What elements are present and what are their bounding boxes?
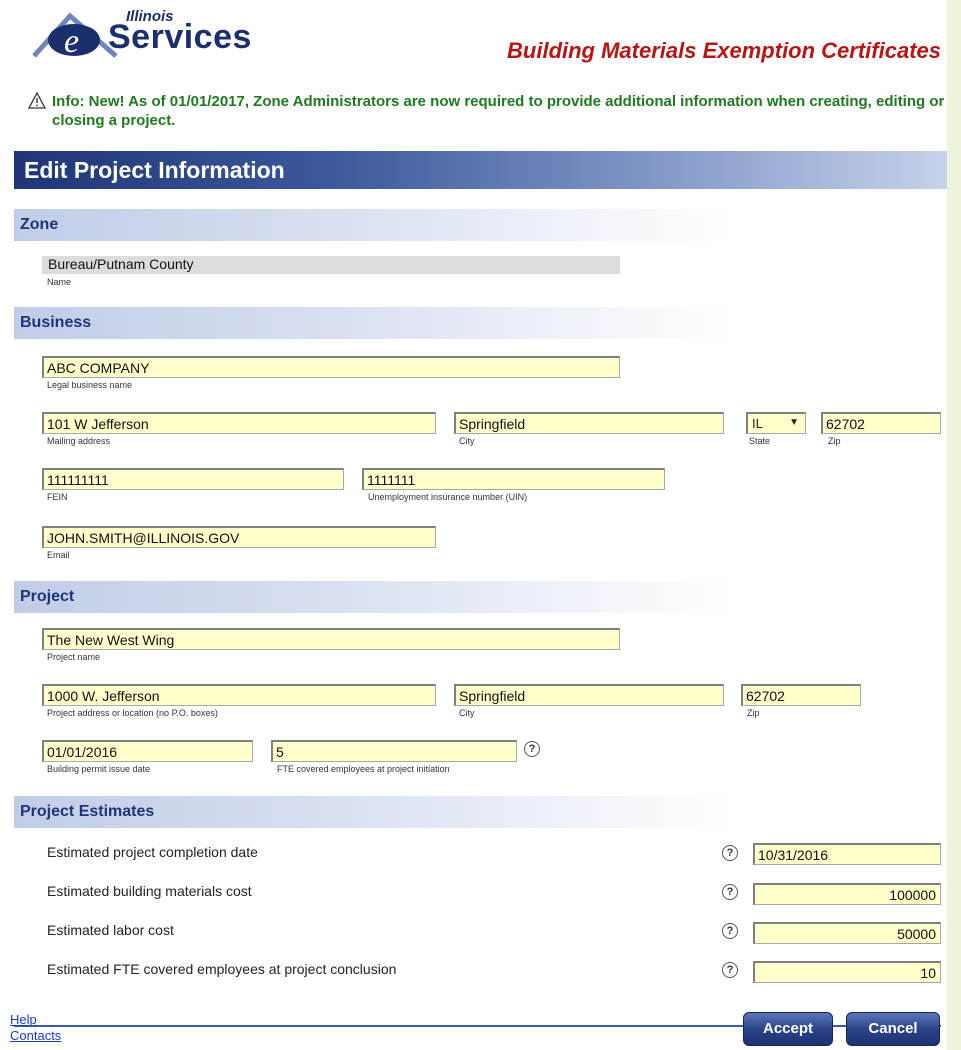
section-project: Project bbox=[14, 581, 734, 613]
fein-caption: FEIN bbox=[47, 492, 68, 502]
estimate-label-labor-cost: Estimated labor cost bbox=[47, 922, 174, 938]
project-address-field[interactable]: 1000 W. Jefferson bbox=[42, 684, 436, 706]
question-circle-icon[interactable]: ? bbox=[722, 923, 738, 939]
uin-caption: Unemployment insurance number (UIN) bbox=[368, 492, 528, 502]
materials-cost-field[interactable]: 100000 bbox=[753, 883, 941, 905]
estimate-label-materials-cost: Estimated building materials cost bbox=[47, 883, 252, 899]
uin-field[interactable]: 1111111 bbox=[362, 468, 665, 490]
project-name-field[interactable]: The New West Wing bbox=[42, 628, 620, 650]
zone-name-field: Bureau/Putnam County bbox=[42, 256, 620, 274]
business-zip-caption: Zip bbox=[828, 436, 841, 446]
state-select[interactable]: IL ▼ bbox=[746, 412, 806, 434]
email-field[interactable]: JOHN.SMITH@ILLINOIS.GOV bbox=[42, 526, 436, 548]
email-caption: Email bbox=[47, 550, 70, 560]
project-address-caption: Project address or location (no P.O. box… bbox=[47, 708, 218, 718]
mailing-address-field[interactable]: 101 W Jefferson bbox=[42, 412, 436, 434]
question-circle-icon[interactable]: ? bbox=[722, 884, 738, 900]
logo-main-text: Services bbox=[108, 18, 252, 56]
help-link[interactable]: Help bbox=[10, 1012, 37, 1027]
app-title: Building Materials Exemption Certificate… bbox=[507, 38, 941, 63]
estimate-label-completion-date: Estimated project completion date bbox=[47, 844, 258, 860]
completion-date-field[interactable]: 10/31/2016 bbox=[753, 843, 941, 865]
legal-business-name-field[interactable]: ABC COMPANY bbox=[42, 356, 620, 378]
fte-initiation-field[interactable]: 5 bbox=[271, 740, 517, 762]
warning-triangle-icon bbox=[28, 92, 46, 109]
project-zip-field[interactable]: 62702 bbox=[741, 684, 861, 706]
section-business: Business bbox=[14, 307, 734, 339]
project-city-caption: City bbox=[459, 708, 475, 718]
info-text: Info: New! As of 01/01/2017, Zone Admini… bbox=[52, 93, 945, 129]
project-name-caption: Project name bbox=[47, 652, 101, 662]
cancel-button[interactable]: Cancel bbox=[846, 1012, 940, 1046]
zone-name-caption: Name bbox=[47, 277, 72, 287]
section-estimates-label: Project Estimates bbox=[20, 803, 155, 820]
project-city-field[interactable]: Springfield bbox=[454, 684, 724, 706]
fein-field[interactable]: 111111111 bbox=[42, 468, 344, 490]
business-city-field[interactable]: Springfield bbox=[454, 412, 724, 434]
contacts-link[interactable]: Contacts bbox=[10, 1028, 61, 1043]
estimate-label-fte-conclusion: Estimated FTE covered employees at proje… bbox=[47, 961, 397, 977]
section-zone: Zone bbox=[14, 209, 734, 241]
section-zone-label: Zone bbox=[20, 216, 59, 233]
section-business-label: Business bbox=[20, 314, 92, 331]
accept-button[interactable]: Accept bbox=[743, 1012, 833, 1046]
fte-conclusion-field[interactable]: 10 bbox=[753, 961, 941, 983]
project-zip-caption: Zip bbox=[747, 708, 760, 718]
page-title: Edit Project Information bbox=[24, 157, 285, 183]
page: e Illinois Services Building Materials E… bbox=[0, 0, 947, 1050]
question-circle-icon[interactable]: ? bbox=[524, 741, 540, 757]
business-zip-field[interactable]: 62702 bbox=[821, 412, 941, 434]
labor-cost-field[interactable]: 50000 bbox=[753, 922, 941, 944]
question-circle-icon[interactable]: ? bbox=[722, 962, 738, 978]
permit-date-caption: Building permit issue date bbox=[47, 764, 151, 774]
legal-business-name-caption: Legal business name bbox=[47, 380, 133, 390]
logo-swoosh-icon: e bbox=[32, 12, 118, 60]
state-select-value: IL bbox=[752, 416, 763, 431]
eservices-logo: e Illinois Services bbox=[30, 6, 270, 60]
section-project-estimates: Project Estimates bbox=[14, 796, 734, 828]
svg-text:e: e bbox=[64, 23, 79, 60]
chevron-down-icon: ▼ bbox=[789, 417, 799, 428]
page-title-bar: Edit Project Information bbox=[14, 151, 947, 189]
permit-date-field[interactable]: 01/01/2016 bbox=[42, 740, 253, 762]
fte-initiation-caption: FTE covered employees at project initiat… bbox=[277, 764, 450, 774]
state-caption: State bbox=[749, 436, 771, 446]
mailing-address-caption: Mailing address bbox=[47, 436, 111, 446]
question-circle-icon[interactable]: ? bbox=[722, 845, 738, 861]
section-project-label: Project bbox=[20, 588, 75, 605]
business-city-caption: City bbox=[459, 436, 475, 446]
